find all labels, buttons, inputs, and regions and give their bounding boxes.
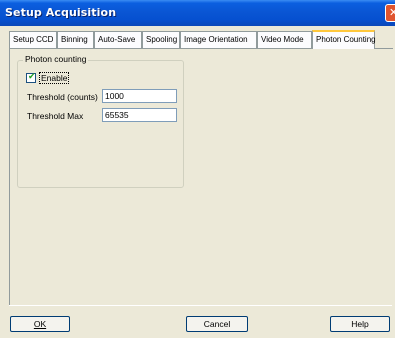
tab-binning[interactable]: Binning xyxy=(57,31,94,48)
cancel-button[interactable]: Cancel xyxy=(186,316,248,332)
enable-checkbox[interactable]: ✔ xyxy=(26,72,36,83)
tab-auto-save[interactable]: Auto-Save xyxy=(94,31,142,48)
ok-label: OK xyxy=(33,319,47,329)
close-button[interactable]: ✕ xyxy=(385,4,395,22)
tab-image-orientation[interactable]: Image Orientation xyxy=(180,31,257,48)
divider xyxy=(9,305,392,306)
window-title: Setup Acquisition xyxy=(5,6,117,19)
threshold-max-label: Threshold Max xyxy=(27,111,84,121)
tab-spooling[interactable]: Spooling xyxy=(142,31,180,48)
cancel-label: Cancel xyxy=(203,319,231,329)
help-label: Help xyxy=(351,319,369,329)
close-icon: ✕ xyxy=(389,6,395,19)
checkmark-icon: ✔ xyxy=(28,72,36,82)
tab-photon-counting[interactable]: Photon Counting xyxy=(312,30,376,49)
threshold-label: Threshold (counts) xyxy=(27,92,98,102)
help-button[interactable]: Help xyxy=(330,316,390,332)
threshold-max-input[interactable] xyxy=(102,108,177,122)
threshold-input[interactable] xyxy=(102,89,177,103)
title-bar[interactable]: Setup Acquisition xyxy=(0,0,395,26)
tab-setup-ccd[interactable]: Setup CCD xyxy=(9,31,57,48)
ok-button[interactable]: OK xyxy=(10,316,70,332)
group-title: Photon counting xyxy=(23,54,89,64)
enable-label[interactable]: Enable xyxy=(39,72,70,84)
tab-video-mode[interactable]: Video Mode xyxy=(257,31,312,48)
